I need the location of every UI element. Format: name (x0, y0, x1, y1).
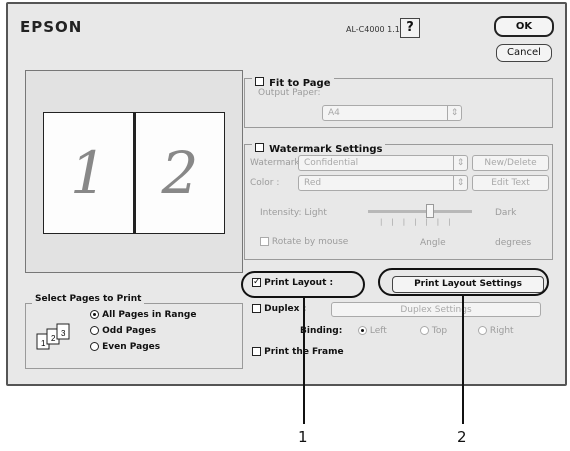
callout-ring-1 (241, 271, 365, 298)
all-pages-option[interactable]: All Pages in Range (90, 310, 196, 320)
all-pages-radio[interactable] (90, 310, 99, 319)
watermark-select[interactable]: Confidential ⇕ (298, 155, 468, 171)
binding-top-radio[interactable] (420, 326, 429, 335)
intensity-slider-thumb[interactable] (426, 204, 434, 218)
binding-left-radio[interactable] (358, 326, 367, 335)
new-delete-button[interactable]: New/Delete (472, 155, 549, 171)
print-dialog: EPSON AL-C4000 1.1E ? OK Cancel 1 2 Fit … (6, 2, 567, 386)
binding-label: Binding: (300, 326, 343, 336)
callout-line-2 (462, 294, 464, 424)
print-frame-option[interactable]: Print the Frame (252, 347, 344, 357)
brand-logo: EPSON (20, 18, 83, 36)
binding-right-radio[interactable] (478, 326, 487, 335)
fit-to-page-checkbox[interactable] (255, 77, 264, 86)
odd-pages-label: Odd Pages (102, 326, 157, 336)
intensity-label: Intensity: Light (260, 208, 327, 218)
color-value: Red (304, 178, 322, 188)
rotate-label: Rotate by mouse (271, 237, 349, 247)
intensity-dark-label: Dark (495, 208, 517, 218)
model-version: AL-C4000 1.1E (346, 25, 405, 34)
ok-button[interactable]: OK (494, 16, 554, 37)
select-pages-title: Select Pages to Print (32, 294, 145, 304)
callout-ring-2 (378, 268, 549, 296)
even-pages-radio[interactable] (90, 342, 99, 351)
angle-label: Angle (420, 238, 446, 248)
color-label: Color : (250, 178, 280, 188)
select-arrow-icon: ⇕ (453, 176, 467, 190)
binding-top-option[interactable]: Top (420, 326, 447, 336)
edit-text-button[interactable]: Edit Text (472, 175, 549, 191)
watermark-checkbox[interactable] (255, 143, 264, 152)
duplex-option[interactable]: Duplex : (252, 304, 306, 314)
watermark-value: Confidential (304, 158, 359, 168)
svg-text:1: 1 (41, 339, 46, 348)
callout-number-1: 1 (298, 428, 308, 446)
all-pages-label: All Pages in Range (102, 310, 197, 320)
binding-right-option[interactable]: Right (478, 326, 514, 336)
watermark-label: Watermark Settings (269, 144, 383, 155)
callout-line-1 (303, 296, 305, 424)
watermark-option[interactable]: Watermark Settings (252, 137, 386, 156)
preview-page-2: 2 (134, 112, 225, 234)
layout-preview: 1 2 (25, 70, 243, 273)
callout-number-2: 2 (457, 428, 467, 446)
svg-text:2: 2 (51, 334, 56, 343)
rotate-option[interactable]: Rotate by mouse (260, 237, 348, 247)
duplex-label: Duplex : (264, 304, 307, 314)
binding-right-label: Right (489, 326, 514, 336)
duplex-checkbox[interactable] (252, 304, 261, 313)
cancel-button[interactable]: Cancel (496, 44, 552, 62)
odd-pages-option[interactable]: Odd Pages (90, 326, 156, 336)
intensity-slider-track[interactable] (368, 210, 472, 213)
color-select[interactable]: Red ⇕ (298, 175, 468, 191)
output-paper-value: A4 (328, 108, 340, 118)
svg-text:3: 3 (61, 329, 66, 338)
rotate-checkbox[interactable] (260, 237, 269, 246)
intensity-ticks: ||||||| (380, 218, 460, 226)
preview-page-1: 1 (43, 112, 134, 234)
duplex-settings-button[interactable]: Duplex Settings (331, 302, 541, 317)
watermark-field-label: Watermark: (250, 158, 303, 168)
binding-top-label: Top (431, 326, 448, 336)
degrees-label: degrees (495, 238, 532, 248)
select-arrow-icon: ⇕ (447, 106, 461, 120)
output-paper-select[interactable]: A4 ⇕ (322, 105, 462, 121)
even-pages-label: Even Pages (102, 342, 161, 352)
output-paper-label: Output Paper: (258, 88, 321, 98)
even-pages-option[interactable]: Even Pages (90, 342, 160, 352)
pages-stack-icon: 1 2 3 (36, 323, 70, 350)
select-arrow-icon: ⇕ (453, 156, 467, 170)
help-button[interactable]: ? (400, 18, 420, 38)
binding-left-label: Left (369, 326, 387, 336)
binding-left-option[interactable]: Left (358, 326, 387, 336)
print-frame-checkbox[interactable] (252, 347, 261, 356)
odd-pages-radio[interactable] (90, 326, 99, 335)
